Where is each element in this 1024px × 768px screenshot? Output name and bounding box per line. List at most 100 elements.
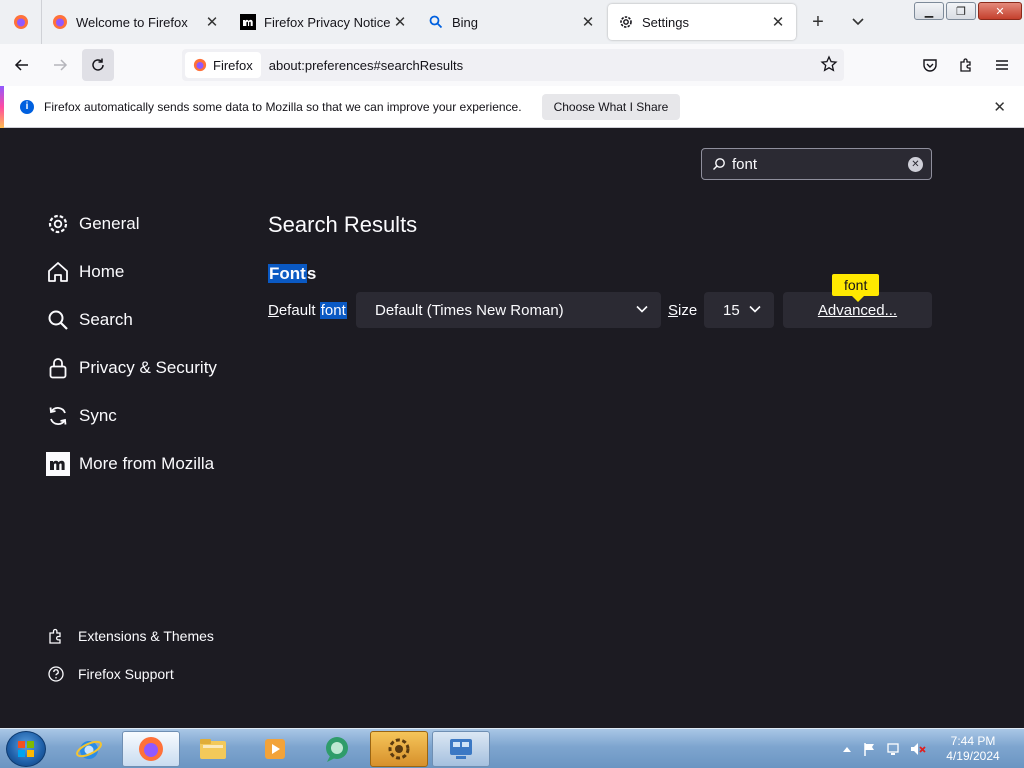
url-bar[interactable]: Firefox about:preferences#searchResults xyxy=(182,49,844,81)
window-close-button[interactable]: ✕ xyxy=(978,2,1022,20)
category-privacy-security[interactable]: Privacy & Security xyxy=(44,354,217,382)
tab-label: Firefox Privacy Notice — xyxy=(264,14,392,30)
firefox-icon xyxy=(53,15,67,29)
tab-strip: Welcome to Firefox ✕ Firefox Privacy Not… xyxy=(0,0,1024,44)
pocket-button[interactable] xyxy=(914,49,946,81)
action-center-flag-icon[interactable] xyxy=(862,741,878,757)
default-font-select[interactable]: Default (Times New Roman) xyxy=(356,292,661,328)
tab-bing[interactable]: Bing ✕ xyxy=(418,0,606,44)
taskbar-file-explorer[interactable] xyxy=(184,731,242,767)
page-title: Search Results xyxy=(268,212,418,237)
settings-page: font ✕ General Home Search Privacy & Sec… xyxy=(0,128,1024,728)
star-icon xyxy=(820,55,838,72)
category-label: Privacy & Security xyxy=(79,358,217,377)
minimize-button[interactable]: ▁ xyxy=(914,2,944,20)
chat-bubble-icon xyxy=(326,737,348,762)
list-all-tabs-button[interactable] xyxy=(838,0,878,44)
start-button[interactable] xyxy=(6,731,46,767)
search-input[interactable]: font xyxy=(732,156,757,173)
category-general[interactable]: General xyxy=(44,210,139,238)
sync-icon xyxy=(49,407,67,425)
label-text: ize xyxy=(678,302,698,319)
category-home[interactable]: Home xyxy=(44,258,124,286)
network-icon[interactable] xyxy=(886,741,902,757)
mozilla-icon xyxy=(240,14,256,30)
tab-label: Welcome to Firefox xyxy=(76,14,188,30)
taskbar-internet-explorer[interactable] xyxy=(60,731,118,767)
category-label: Sync xyxy=(79,406,117,425)
bookmark-star-button[interactable] xyxy=(820,55,838,78)
firefox-icon xyxy=(193,58,207,72)
notification-message: Firefox automatically sends some data to… xyxy=(44,99,522,114)
reload-button[interactable] xyxy=(82,49,114,81)
identity-box[interactable]: Firefox xyxy=(185,52,261,78)
navigation-toolbar: Firefox about:preferences#searchResults xyxy=(0,44,1024,86)
arrow-right-icon xyxy=(54,59,68,71)
restore-icon: ❐ xyxy=(956,5,966,18)
access-key: S xyxy=(668,302,679,319)
new-tab-button[interactable]: + xyxy=(798,0,838,44)
close-icon[interactable]: ✕ xyxy=(580,13,596,31)
tab-welcome[interactable]: Welcome to Firefox ✕ xyxy=(42,0,230,44)
windows-logo-icon xyxy=(18,741,34,757)
close-icon[interactable]: ✕ xyxy=(392,13,408,31)
home-icon xyxy=(48,262,68,282)
control-panel-icon xyxy=(450,739,472,759)
category-search[interactable]: Search xyxy=(44,306,133,334)
forward-button[interactable] xyxy=(44,49,76,81)
folder-icon xyxy=(200,739,226,759)
firefox-view-button[interactable] xyxy=(0,0,42,44)
category-label: More from Mozilla xyxy=(79,454,215,473)
default-font-value: Default (Times New Roman) xyxy=(375,301,564,319)
category-sync[interactable]: Sync xyxy=(44,402,117,430)
tab-settings[interactable]: Settings ✕ xyxy=(608,4,796,40)
access-key: D xyxy=(268,302,279,319)
extensions-themes-link[interactable]: Extensions & Themes xyxy=(46,626,214,646)
menu-button[interactable] xyxy=(986,49,1018,81)
restore-button[interactable]: ❐ xyxy=(946,2,976,20)
plus-icon: + xyxy=(812,10,824,33)
puzzle-icon xyxy=(960,58,971,72)
window-controls: ▁ ❐ ✕ xyxy=(914,2,1022,20)
lock-icon xyxy=(49,358,67,379)
firefox-support-link[interactable]: Firefox Support xyxy=(46,664,174,684)
footer-label: Extensions & Themes xyxy=(78,628,214,644)
extensions-button[interactable] xyxy=(950,49,982,81)
footer-label: Firefox Support xyxy=(78,666,174,682)
close-icon[interactable]: ✕ xyxy=(204,13,220,31)
chevron-down-icon xyxy=(852,18,864,26)
clear-search-icon[interactable]: ✕ xyxy=(908,157,923,172)
clock-time: 7:44 PM xyxy=(950,734,996,748)
back-button[interactable] xyxy=(6,49,38,81)
show-hidden-icons-icon[interactable] xyxy=(842,745,852,753)
arrow-left-icon xyxy=(14,59,28,71)
category-more-from-mozilla[interactable]: More from Mozilla xyxy=(44,450,214,478)
volume-muted-icon[interactable] xyxy=(910,741,926,757)
windows-taskbar: 7:44 PM 4/19/2024 xyxy=(0,728,1024,768)
url-text[interactable]: about:preferences#searchResults xyxy=(269,58,463,73)
taskbar-control-panel[interactable] xyxy=(432,731,490,767)
system-tray: 7:44 PM 4/19/2024 xyxy=(842,729,1024,768)
category-label: General xyxy=(79,214,140,233)
taskbar-media-player[interactable] xyxy=(246,731,304,767)
notification-close-icon[interactable]: ✕ xyxy=(993,98,1006,116)
info-icon: i xyxy=(20,99,34,114)
settings-search-box[interactable]: font ✕ xyxy=(701,148,932,180)
telemetry-notification: i Firefox automatically sends some data … xyxy=(0,86,1024,128)
taskbar-app-green[interactable] xyxy=(308,731,366,767)
system-clock[interactable]: 7:44 PM 4/19/2024 xyxy=(938,734,1008,764)
label-text: efault xyxy=(278,302,320,319)
tab-privacy-notice[interactable]: Firefox Privacy Notice — ✕ xyxy=(230,0,418,44)
gear-icon xyxy=(620,16,632,28)
taskbar-firefox[interactable] xyxy=(122,731,180,767)
gear-icon xyxy=(388,738,410,760)
close-icon[interactable]: ✕ xyxy=(770,13,786,31)
search-match-tooltip: font xyxy=(832,274,880,302)
minimize-icon: ▁ xyxy=(924,5,934,18)
identity-label: Firefox xyxy=(213,57,253,73)
taskbar-settings-app[interactable] xyxy=(370,731,428,767)
choose-what-i-share-button[interactable]: Choose What I Share xyxy=(541,93,681,120)
font-size-value: 15 xyxy=(723,301,740,319)
search-highlight: font xyxy=(319,302,347,319)
font-size-select[interactable]: 15 xyxy=(704,292,774,328)
